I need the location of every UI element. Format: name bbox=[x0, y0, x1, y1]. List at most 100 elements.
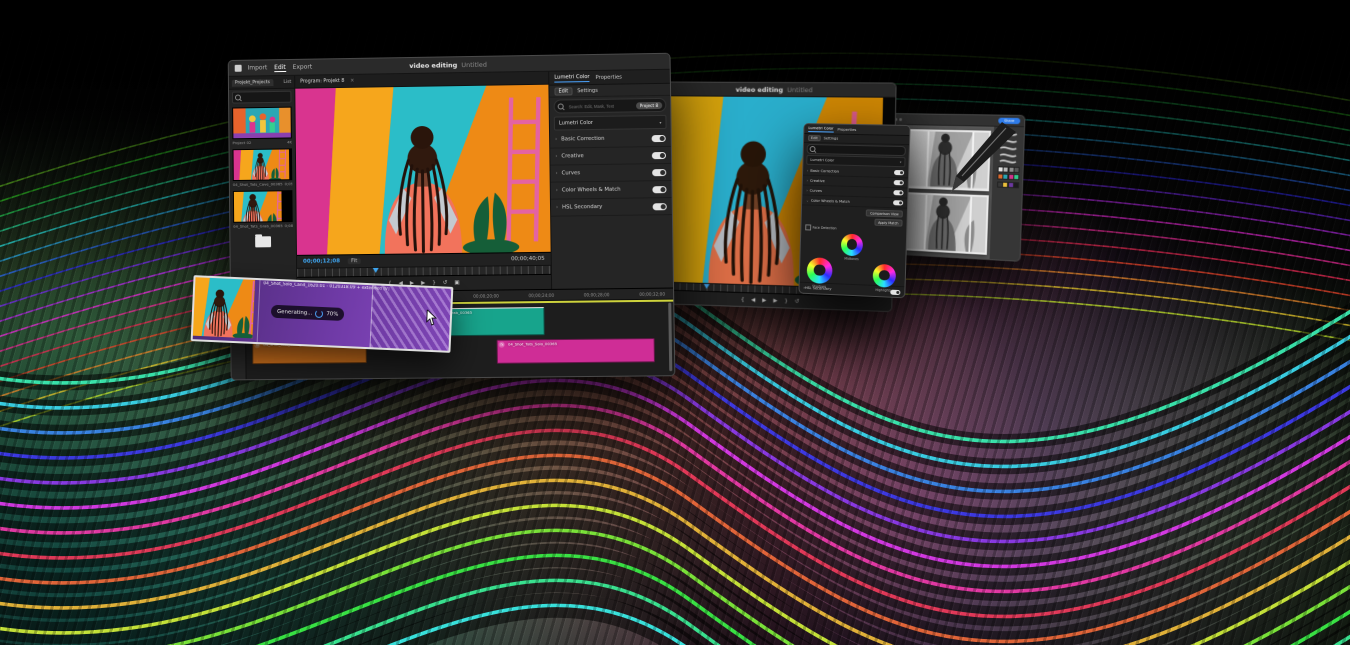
tab-lumetri-color[interactable]: Lumetri Color bbox=[554, 74, 589, 83]
section-toggle[interactable] bbox=[653, 203, 667, 210]
section-toggle[interactable] bbox=[652, 151, 666, 158]
window-title: video editingUntitled bbox=[656, 85, 895, 94]
project-search-field bbox=[232, 91, 291, 104]
tab-properties[interactable]: Properties bbox=[837, 127, 856, 132]
search-icon bbox=[235, 95, 241, 101]
spinner-icon bbox=[315, 309, 323, 317]
color-wheels: Midtones Shadows Highlights bbox=[800, 231, 906, 287]
tab-settings[interactable]: Settings bbox=[824, 136, 839, 140]
search-icon bbox=[810, 146, 816, 152]
asset-item[interactable]: 04_Shot_Tats_Grab_003650;08 bbox=[233, 190, 293, 231]
project-search-input[interactable] bbox=[241, 93, 289, 101]
zoom-level-dropdown[interactable]: Fit bbox=[348, 258, 360, 264]
storyboard-frame[interactable] bbox=[898, 191, 989, 254]
preset-dropdown[interactable]: Lumetri Color▾ bbox=[554, 115, 667, 131]
chevron-right-icon: › bbox=[806, 188, 807, 192]
section-toggle[interactable] bbox=[894, 170, 904, 175]
section-toggle[interactable] bbox=[652, 186, 666, 193]
mark-out-icon[interactable]: } bbox=[784, 298, 788, 304]
section-creative[interactable]: › Creative bbox=[550, 147, 671, 166]
chevron-right-icon: › bbox=[555, 154, 557, 160]
menu-import[interactable]: Import bbox=[248, 64, 268, 71]
tab-properties[interactable]: Properties bbox=[596, 74, 622, 80]
step-back-icon[interactable]: ◀ bbox=[751, 297, 755, 303]
tab-program[interactable]: Program: Projekt 8 bbox=[300, 78, 344, 84]
generating-region: 04_Shot_Solo_Cand_1620.01 - 0120318.09 +… bbox=[258, 280, 452, 351]
midtones-label: Midtones bbox=[841, 256, 863, 261]
section-toggle[interactable] bbox=[652, 169, 666, 176]
tab-project[interactable]: Projekt_Projects bbox=[232, 79, 273, 87]
comparison-view-button[interactable]: Comparison View bbox=[866, 209, 903, 217]
loop-icon[interactable]: ↺ bbox=[443, 280, 448, 286]
midtones-wheel[interactable] bbox=[841, 233, 863, 256]
project-panel: Projekt_Projects List Project 024K 04_Sh… bbox=[229, 76, 297, 293]
tab-settings[interactable]: Settings bbox=[577, 87, 598, 93]
section-hsl-secondary[interactable]: › HSL Secondary bbox=[551, 198, 672, 217]
chevron-down-icon: ⌄ bbox=[806, 198, 809, 202]
tab-edit[interactable]: Edit bbox=[808, 135, 821, 141]
asset-item[interactable]: 04_Shot_Tats_Cave_003650;05 bbox=[233, 148, 293, 189]
face-detection-checkbox[interactable] bbox=[805, 224, 811, 230]
home-icon[interactable] bbox=[235, 65, 242, 72]
tab-lumetri-color[interactable]: Lumetri Color bbox=[808, 125, 833, 132]
brush-panel bbox=[990, 127, 1024, 261]
folder-icon[interactable] bbox=[255, 236, 271, 247]
view-toggle[interactable]: List bbox=[283, 79, 291, 84]
share-button[interactable]: Share bbox=[998, 118, 1020, 124]
mark-in-icon[interactable]: { bbox=[741, 296, 745, 302]
chevron-right-icon: › bbox=[807, 168, 808, 172]
chevron-right-icon: › bbox=[556, 205, 558, 211]
chevron-right-icon: › bbox=[556, 171, 558, 177]
export-frame-icon[interactable]: ▣ bbox=[454, 280, 459, 286]
section-toggle[interactable] bbox=[894, 180, 904, 185]
drag-cursor-icon bbox=[426, 310, 439, 327]
asset-item[interactable]: Project 024K bbox=[232, 107, 292, 148]
section-toggle[interactable] bbox=[890, 289, 900, 294]
tab-edit[interactable]: Edit bbox=[554, 87, 572, 95]
lumetri-subtabs: Edit Settings bbox=[549, 84, 670, 98]
generating-status-pill: Generating... 70% bbox=[271, 305, 345, 321]
lumetri-float-panel: Lumetri Color Properties Edit Settings L… bbox=[798, 123, 910, 298]
timeline-scrollbar[interactable] bbox=[668, 303, 672, 372]
timeline-clip-pink[interactable]: fx 04_Shot_Tats_Solo_00365 bbox=[497, 338, 655, 364]
section-toggle[interactable] bbox=[893, 200, 903, 205]
generative-extend-clip[interactable]: 04_Shot_Solo_Cand_1620.01 - 0120318.09 +… bbox=[191, 275, 454, 353]
search-icon bbox=[558, 103, 564, 109]
pending-frames-hatch bbox=[370, 285, 452, 351]
chevron-right-icon: › bbox=[556, 188, 558, 194]
program-monitor: Program: Projekt 8 × 00;00;12;08 Fit 00;… bbox=[295, 72, 551, 292]
clip-thumbnail bbox=[193, 277, 261, 342]
chevron-right-icon: › bbox=[555, 137, 557, 143]
effects-search-field: Project 8 bbox=[554, 98, 667, 114]
video-preview[interactable] bbox=[295, 85, 550, 255]
selected-clip-chip[interactable]: Project 8 bbox=[636, 101, 663, 108]
current-timecode: 00;00;12;08 bbox=[303, 258, 340, 264]
section-toggle[interactable] bbox=[652, 134, 666, 141]
play-icon[interactable]: ▶ bbox=[762, 297, 766, 303]
shadows-wheel[interactable] bbox=[807, 257, 833, 284]
step-forward-icon[interactable]: ▶ bbox=[773, 298, 777, 304]
window-control-icon[interactable] bbox=[899, 118, 902, 121]
brush-previews[interactable] bbox=[998, 130, 1019, 165]
duration-timecode: 00;00;40;05 bbox=[511, 256, 545, 262]
effects-search-input[interactable] bbox=[567, 102, 633, 110]
section-basic-correction[interactable]: › Basic Correction bbox=[550, 130, 671, 149]
storyboard-frame[interactable] bbox=[900, 129, 991, 191]
menu-export[interactable]: Export bbox=[293, 64, 313, 71]
playhead-icon[interactable] bbox=[373, 268, 379, 273]
section-toggle[interactable] bbox=[893, 190, 903, 195]
fx-badge-icon: fx bbox=[499, 342, 505, 348]
highlights-wheel[interactable] bbox=[872, 263, 896, 287]
lumetri-panel: Lumetri Color Properties Edit Settings P… bbox=[548, 70, 673, 289]
section-curves[interactable]: › Curves bbox=[550, 164, 671, 183]
playhead-icon[interactable] bbox=[704, 284, 710, 289]
color-swatches[interactable] bbox=[997, 166, 1018, 188]
chevron-right-icon: › bbox=[807, 178, 808, 182]
project-panel-tabs: Projekt_Projects List bbox=[229, 76, 294, 90]
menu-edit[interactable]: Edit bbox=[274, 64, 286, 72]
loop-icon[interactable]: ↺ bbox=[795, 298, 800, 304]
section-color-wheels[interactable]: › Color Wheels & Match bbox=[551, 181, 672, 200]
apply-match-button[interactable]: Apply Match bbox=[874, 219, 903, 227]
promo-stage: Share bbox=[0, 0, 1350, 645]
close-icon[interactable]: × bbox=[350, 78, 354, 83]
